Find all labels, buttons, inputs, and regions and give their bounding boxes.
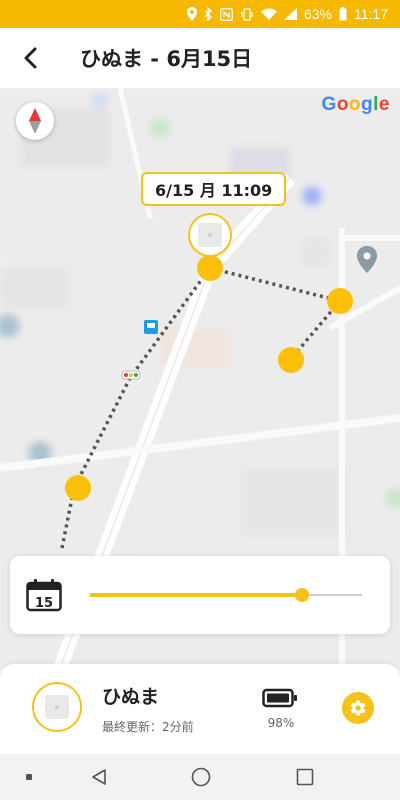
clock: 11:17 <box>354 6 388 22</box>
time-slider[interactable] <box>90 588 362 602</box>
timeline-card: 15 <box>10 556 390 634</box>
bus-stop-icon <box>144 320 158 334</box>
back-button[interactable] <box>14 42 46 74</box>
location-time-bubble: 6/15 月 11:09 <box>141 172 287 206</box>
time-slider-thumb[interactable] <box>295 588 310 602</box>
settings-button[interactable] <box>342 692 374 724</box>
app-bar: ひぬま - 6月15日 <box>0 28 400 88</box>
circle-home-icon <box>191 767 211 787</box>
time-slider-fill <box>90 593 303 597</box>
signal-icon <box>283 8 297 20</box>
location-point[interactable] <box>278 347 304 373</box>
nfc-icon <box>220 7 233 21</box>
wifi-icon <box>260 8 277 20</box>
location-icon <box>186 7 197 21</box>
battery-icon <box>262 688 297 708</box>
system-nav-bar <box>0 754 400 800</box>
status-bar: 63% 11:17 <box>0 0 400 28</box>
compass-button[interactable] <box>16 102 54 140</box>
gear-icon <box>350 700 366 716</box>
page-title: ひぬま - 6月15日 <box>80 47 253 71</box>
compass-icon <box>29 108 41 134</box>
calendar-button[interactable]: 15 <box>26 578 62 612</box>
location-point[interactable] <box>327 288 353 314</box>
traffic-light-icon <box>121 370 141 380</box>
battery-percentage: 63% <box>303 6 332 22</box>
dot-icon <box>26 774 32 780</box>
calendar-day: 15 <box>35 596 53 611</box>
triangle-back-icon <box>92 769 106 785</box>
calendar-icon: 15 <box>26 579 62 612</box>
status-icons: 63% 11:17 <box>186 0 388 28</box>
google-logo: Google <box>321 94 390 115</box>
location-point[interactable] <box>65 475 91 501</box>
avatar[interactable] <box>32 682 82 732</box>
nav-home-button[interactable] <box>178 754 224 800</box>
arrow-left-icon <box>24 47 37 69</box>
menu-dot-button[interactable] <box>6 754 52 800</box>
bluetooth-icon <box>204 7 212 21</box>
device-battery-level: 98% <box>267 716 295 730</box>
pet-name: ひぬま <box>102 686 160 708</box>
nav-back-button[interactable] <box>76 754 122 800</box>
last-updated: 最終更新：2分前 <box>102 720 194 734</box>
pet-info-panel: ひぬま 最終更新：2分前 98% <box>0 664 400 754</box>
square-recents-icon <box>296 768 314 786</box>
vibrate-icon <box>241 7 253 21</box>
phone-battery-icon <box>339 7 347 21</box>
nav-recents-button[interactable] <box>282 754 328 800</box>
avatar-image <box>45 695 69 719</box>
